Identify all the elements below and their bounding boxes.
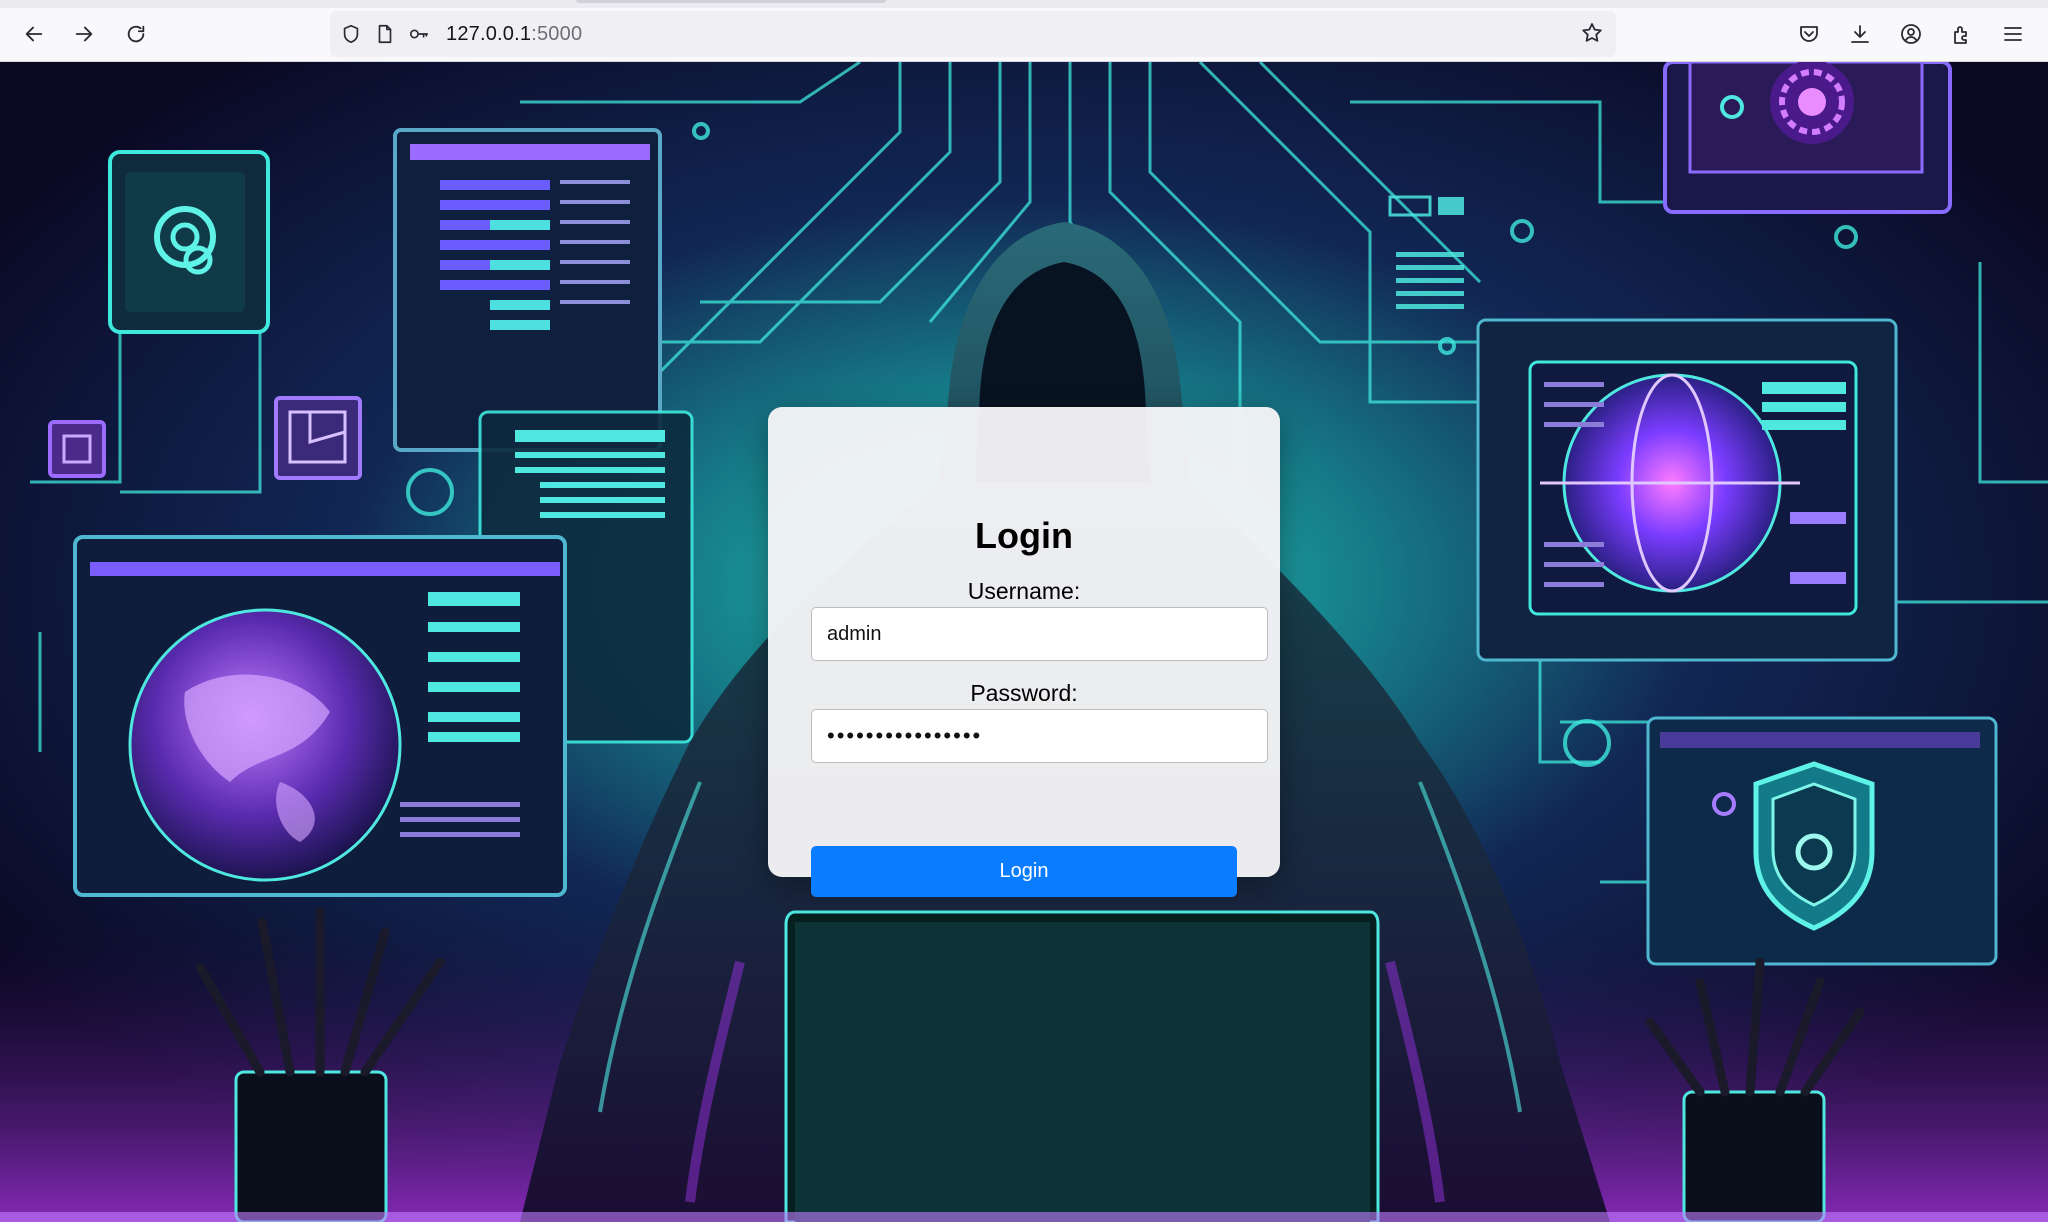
forward-button[interactable] — [66, 16, 102, 52]
extensions-icon[interactable] — [1946, 18, 1978, 50]
forward-arrow-icon — [75, 26, 93, 42]
username-input[interactable] — [811, 607, 1268, 661]
url-bar[interactable]: 127.0.0.1:5000 — [330, 11, 1616, 57]
page-icon[interactable] — [372, 21, 398, 47]
login-title: Login — [975, 515, 1073, 556]
page-content: Login Username: Password: Login — [0, 62, 2048, 1222]
download-icon[interactable] — [1844, 18, 1876, 50]
url-host: 127.0.0.1 — [446, 22, 532, 45]
url-text[interactable]: 127.0.0.1:5000 — [446, 23, 582, 46]
browser-toolbar: 127.0.0.1:5000 — [0, 0, 2048, 62]
tab-strip — [0, 0, 2048, 8]
menu-icon[interactable] — [1997, 18, 2029, 50]
back-arrow-icon — [25, 26, 43, 42]
key-icon[interactable] — [406, 21, 432, 47]
password-label: Password: — [970, 680, 1078, 706]
active-tab-indicator — [576, 0, 886, 3]
password-input[interactable] — [811, 709, 1268, 763]
login-button[interactable]: Login — [811, 846, 1237, 897]
username-label: Username: — [967, 578, 1081, 604]
login-form: Login Username: Password: Login — [768, 407, 1280, 897]
reload-icon — [127, 25, 145, 43]
bookmark-star-icon[interactable] — [1580, 21, 1606, 47]
shield-icon[interactable] — [338, 21, 364, 47]
back-button[interactable] — [16, 16, 52, 52]
url-port: :5000 — [531, 22, 583, 45]
pocket-icon[interactable] — [1793, 18, 1825, 50]
reload-button[interactable] — [118, 16, 154, 52]
account-icon[interactable] — [1895, 18, 1927, 50]
